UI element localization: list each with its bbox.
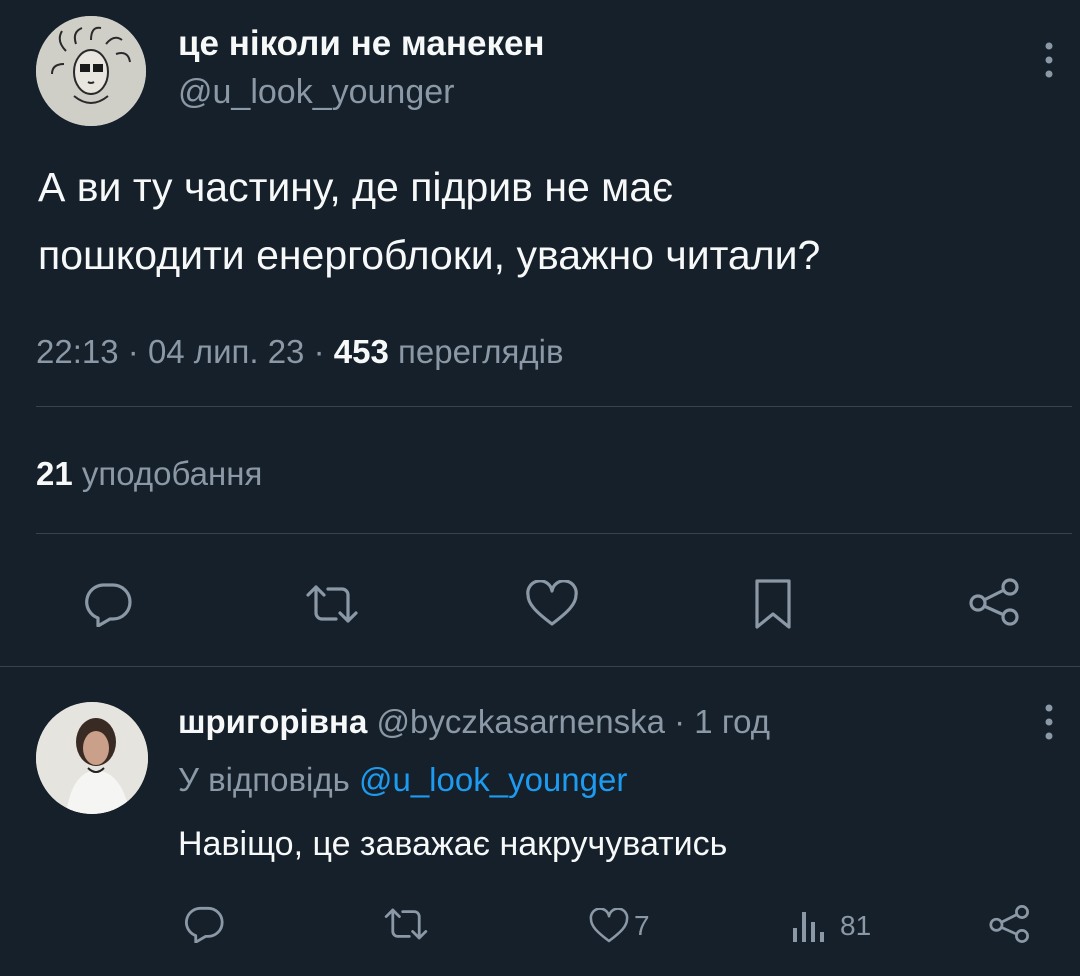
replying-to-prefix: У відповідь [178,761,350,798]
tweet-time[interactable]: 22:13 [36,333,119,370]
reply-author-handle[interactable]: @byczkasarnenska [377,703,665,740]
tweet-text-line-2: пошкодити енергоблоки, уважно читали? [38,232,821,278]
retweet-icon[interactable] [378,900,434,948]
reply-header: шригорівна @byczkasarnenska · 1 год [178,698,770,746]
views-label: переглядів [398,333,564,370]
bookmark-icon[interactable] [748,574,798,634]
views-count: 453 [333,333,389,370]
tweet-meta: 22:13 · 04 лип. 23 · 453 переглядів [36,330,563,374]
reply-time[interactable]: · 1 год [674,703,770,740]
reply-icon[interactable] [180,900,228,948]
tweet-text-line-1: А ви ту частину, де підрив не має [38,164,674,210]
reply-text: Навіщо, це заважає накручуватись [178,825,728,863]
meta-separator: · [313,333,325,370]
divider [36,406,1072,407]
reply-views-count: 81 [840,910,872,941]
share-icon[interactable] [966,574,1024,630]
likes-summary[interactable]: 21 уподобання [36,452,262,496]
likes-count: 21 [36,455,73,492]
tweet-date[interactable]: 04 лип. 23 [148,333,304,370]
meta-separator: · [127,333,139,370]
author-avatar[interactable] [36,16,146,126]
share-icon[interactable] [986,900,1034,948]
more-vertical-icon[interactable] [1034,700,1064,744]
views-icon [793,912,824,942]
replying-to: У відповідь @u_look_younger [178,756,627,804]
likes-label: уподобання [81,455,263,492]
author-name[interactable]: це ніколи не манекен [178,22,545,66]
heart-icon[interactable] [522,576,582,632]
more-vertical-icon[interactable] [1034,38,1064,82]
reply-author-name[interactable]: шригорівна [178,703,367,740]
reply-views[interactable]: 81 [790,902,871,950]
reply-like[interactable]: 7 [588,902,650,950]
reply-author-avatar[interactable] [36,702,148,814]
divider [0,666,1080,667]
retweet-icon[interactable] [300,576,364,632]
replying-to-handle[interactable]: @u_look_younger [359,761,627,798]
divider [36,533,1072,534]
reply-like-count: 7 [634,910,650,941]
heart-icon [589,908,629,943]
reply-icon[interactable] [80,576,136,632]
author-handle[interactable]: @u_look_younger [178,70,454,114]
